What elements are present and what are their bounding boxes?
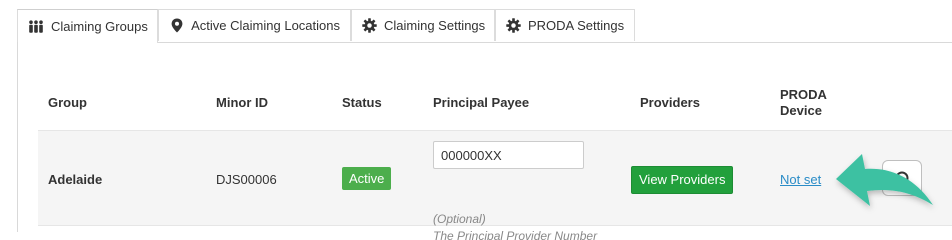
content-border — [17, 42, 18, 232]
claiming-page: Claiming Groups Active Claiming Location… — [0, 0, 952, 240]
group-name: Adelaide — [48, 172, 103, 187]
header-group: Group — [48, 95, 87, 110]
header-proda-device-line2: Device — [780, 103, 822, 118]
principal-payee-help-optional: (Optional) — [433, 212, 486, 226]
principal-payee-help-description: The Principal Provider Number — [433, 229, 598, 240]
header-principal-payee: Principal Payee — [433, 95, 530, 110]
gear-icon — [362, 18, 377, 34]
tab-label: Active Claiming Locations — [191, 18, 340, 33]
header-status: Status — [342, 95, 382, 110]
header-proda-device-line1: PRODA — [780, 87, 827, 102]
proda-device-not-set-link[interactable]: Not set — [780, 172, 821, 187]
header-providers: Providers — [640, 95, 700, 110]
gear-icon — [506, 18, 521, 34]
tab-label: Claiming Groups — [51, 19, 148, 34]
header-minor-id: Minor ID — [216, 95, 268, 110]
tab-label: Claiming Settings — [384, 18, 486, 33]
tab-active-claiming-locations[interactable]: Active Claiming Locations — [158, 9, 351, 41]
header-proda-device: PRODA Device — [780, 87, 827, 119]
minor-id: DJS00006 — [216, 172, 277, 187]
view-providers-button[interactable]: View Providers — [631, 166, 734, 194]
tab-label: PRODA Settings — [528, 18, 625, 33]
principal-payee-input[interactable] — [433, 141, 584, 169]
callout-arrow-icon — [836, 154, 933, 206]
tab-proda-settings[interactable]: PRODA Settings — [495, 9, 635, 41]
tab-claiming-settings[interactable]: Claiming Settings — [351, 9, 495, 41]
tab-bar: Claiming Groups Active Claiming Location… — [17, 9, 952, 43]
tab-claiming-groups[interactable]: Claiming Groups — [17, 9, 158, 43]
status-badge: Active — [342, 167, 392, 190]
location-pin-icon — [169, 18, 184, 34]
group-icon — [28, 19, 44, 35]
